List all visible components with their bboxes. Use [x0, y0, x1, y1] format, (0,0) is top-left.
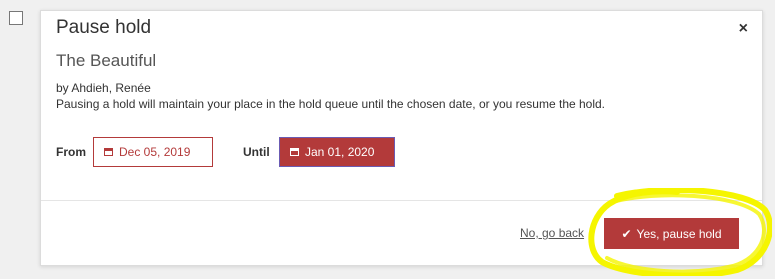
- footer-divider: [41, 200, 762, 201]
- dialog-title: Pause hold: [56, 17, 152, 38]
- from-date-value: Dec 05, 2019: [119, 145, 191, 159]
- until-label: Until: [243, 145, 270, 159]
- from-date-button[interactable]: Dec 05, 2019: [93, 137, 213, 167]
- from-label: From: [56, 145, 86, 159]
- go-back-link[interactable]: No, go back: [520, 226, 584, 240]
- row-checkbox[interactable]: [9, 11, 23, 25]
- confirm-pause-button[interactable]: ✔ Yes, pause hold: [604, 218, 739, 249]
- pause-description: Pausing a hold will maintain your place …: [56, 97, 606, 111]
- until-date-value: Jan 01, 2020: [305, 145, 375, 159]
- calendar-icon: [104, 148, 113, 156]
- until-date-button[interactable]: Jan 01, 2020: [279, 137, 395, 167]
- book-title: The Beautiful: [56, 51, 157, 70]
- checkmark-icon: ✔: [621, 226, 632, 241]
- close-button[interactable]: ×: [739, 21, 748, 37]
- confirm-label: Yes, pause hold: [636, 226, 722, 241]
- pause-hold-dialog: Pause hold × The Beautiful by Ahdieh, Re…: [40, 10, 763, 266]
- calendar-icon: [290, 148, 299, 156]
- book-author: by Ahdieh, Renée: [56, 81, 151, 95]
